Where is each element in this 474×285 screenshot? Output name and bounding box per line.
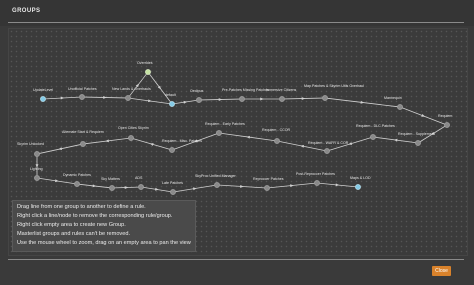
group-node-pre-patches[interactable] (239, 96, 245, 102)
rule-arrow-icon (246, 135, 250, 139)
group-node-requiem-dlc[interactable] (370, 134, 376, 140)
group-node-late-patches[interactable] (170, 189, 176, 195)
group-label-dynamic-patches: Dynamic Patches (63, 173, 91, 177)
group-label-skyproc: SkyProc Unified Manager (195, 174, 237, 178)
help-box: Drag line from one group to another to d… (12, 200, 196, 252)
help-line: Drag line from one group to another to d… (17, 204, 146, 210)
rule-arrow-icon (193, 187, 197, 191)
rule-arrow-icon (149, 143, 154, 146)
rule-arrow-icon (148, 99, 152, 103)
group-label-sky-matters: Sky Matters (101, 177, 120, 181)
group-label-late-patches: Late Patches (162, 181, 183, 185)
group-node-skyrim-unlocked[interactable] (34, 151, 40, 157)
rule-arrow-icon (348, 142, 353, 145)
group-label-new-lands: New Lands & Overhauls (112, 87, 151, 91)
group-node-overrides[interactable] (145, 69, 151, 75)
group-label-pre-patches: Pre-Patches Missing Patches (222, 88, 269, 92)
rule-arrow-icon (60, 96, 65, 100)
group-label-reproccer: Reproccer Patches (253, 177, 284, 181)
group-label-unofficial-patches: Unofficial Patches (68, 87, 97, 91)
group-label-lighting: Lighting (30, 167, 43, 171)
group-node-requiem[interactable] (444, 122, 450, 128)
group-node-map-patches[interactable] (322, 95, 328, 101)
group-node-dynamic-patches[interactable] (74, 181, 80, 187)
group-node-requiem-misc[interactable] (169, 147, 175, 153)
group-label-overrides: Overrides (137, 61, 153, 65)
rule-arrow-icon (301, 97, 306, 100)
close-button[interactable]: Close (432, 266, 451, 276)
group-node-outfit[interactable] (196, 97, 202, 103)
group-label-maps-lod: Maps & LOD (350, 176, 371, 180)
group-node-unofficial-patches[interactable] (79, 94, 85, 100)
group-node-skyproc[interactable] (214, 182, 220, 188)
group-label-ads: ADS (135, 176, 143, 180)
rule-arrow-icon (183, 100, 188, 104)
group-node-mannequin[interactable] (397, 104, 403, 110)
group-node-ads[interactable] (138, 184, 144, 190)
group-node-requiem-supplement[interactable] (415, 140, 421, 146)
group-label-default: default (165, 93, 176, 97)
group-node-lighting[interactable] (34, 175, 40, 181)
group-label-open-cities: Open Cities Skyrim (118, 126, 149, 130)
group-node-requiem-wafr[interactable] (324, 148, 330, 154)
help-line: Masterlist groups and rules can't be rem… (17, 231, 130, 237)
help-line: Right click a line/node to remove the co… (17, 213, 173, 219)
help-line: Right click empty area to create new Gro… (17, 222, 126, 228)
group-node-requiem-early[interactable] (216, 130, 222, 136)
rule-arrow-icon (124, 186, 129, 189)
group-label-updatelevel: UpdateLevel (33, 88, 53, 92)
group-node-immersive-citizens[interactable] (279, 96, 285, 102)
group-node-alternate-start[interactable] (80, 141, 86, 147)
group-node-requiem-ccor[interactable] (274, 138, 280, 144)
rule-arrow-icon (421, 114, 426, 117)
group-node-post-reproccer[interactable] (314, 180, 320, 186)
group-label-post-reproccer: Post-Reproccer Patches (296, 172, 335, 176)
group-label-mannequin: Mannequin (384, 96, 402, 100)
rule-arrow-icon (240, 184, 244, 188)
group-label-requiem-wafr: Requiem - WAFR & COR (308, 141, 349, 145)
group-label-alternate-start: Alternate Start & Requiem (62, 130, 104, 134)
group-node-updatelevel[interactable] (40, 96, 46, 102)
group-node-maps-lod[interactable] (355, 184, 361, 190)
group-node-sky-matters[interactable] (109, 185, 115, 191)
rule-arrow-icon (103, 96, 107, 99)
help-line: Use the mouse wheel to zoom, drag on an … (17, 240, 191, 246)
group-label-requiem-misc: Requiem - Misc. Patches (162, 139, 202, 143)
group-label-requiem-supplement: Requiem - Supplement (398, 132, 435, 136)
rule-arrow-icon (155, 187, 159, 191)
rule-arrow-icon (218, 98, 223, 101)
group-label-immersive-citizens: Immersive Citizens (266, 88, 297, 92)
group-label-requiem-ccor: Requiem - CCOR (262, 128, 291, 132)
rule-arrow-icon (55, 179, 59, 183)
footer-divider (8, 259, 464, 260)
group-node-default[interactable] (169, 101, 175, 107)
group-label-requiem: Requiem (438, 114, 452, 118)
group-label-requiem-early: Requiem - Early Patches (205, 122, 245, 126)
group-node-reproccer[interactable] (264, 185, 270, 191)
group-label-skyrim-unlocked: Skyrim Unlocked (17, 142, 44, 146)
group-label-map-patches: Map Patches & Skyrim Utils Overhaul (304, 84, 364, 88)
group-node-new-lands[interactable] (125, 95, 131, 101)
group-label-requiem-dlc: Requiem - DLC Patches (356, 124, 395, 128)
group-label-outfit: Oedipus (190, 89, 204, 93)
group-node-open-cities[interactable] (128, 135, 134, 141)
rule-arrow-icon (260, 97, 264, 101)
